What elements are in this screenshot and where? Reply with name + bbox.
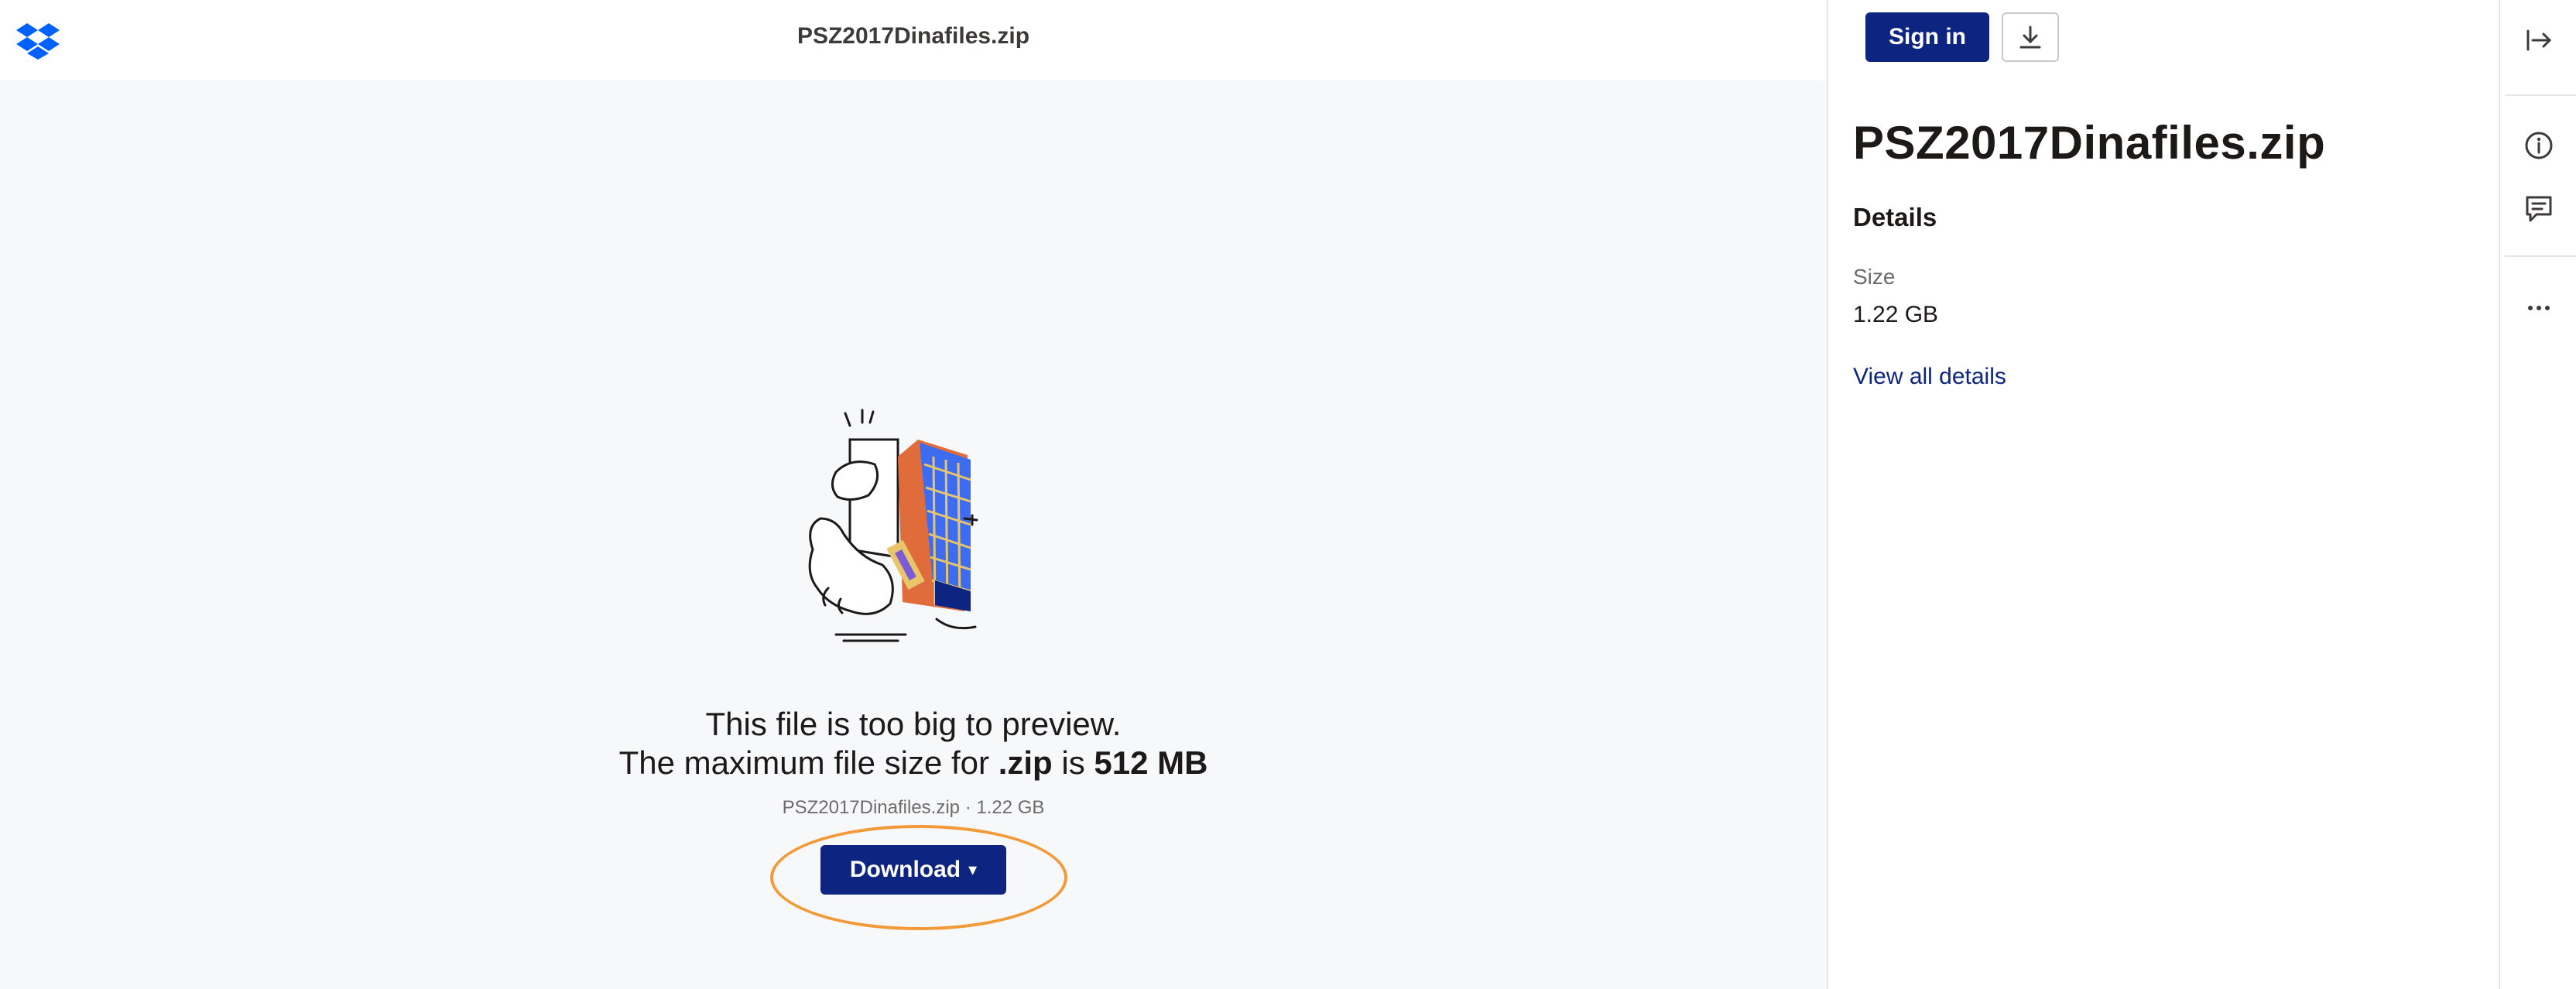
details-panel: Sign in PSZ2017Dinafiles.zip Details Siz…	[1827, 0, 2499, 989]
file-viewer: PSZ2017Dinafiles.zip This file is too bi…	[0, 0, 1827, 989]
chevron-down-icon: ▾	[968, 860, 978, 879]
too-big-illustration	[808, 409, 978, 642]
download-button-label: Download	[849, 857, 961, 882]
sign-in-button[interactable]: Sign in	[1865, 12, 1989, 62]
download-icon-button[interactable]	[2002, 12, 2059, 62]
info-icon[interactable]	[2522, 128, 2556, 163]
size-value: 1.22 GB	[1853, 302, 1939, 327]
max-size-mid: is	[1052, 744, 1094, 781]
details-heading: Details	[1853, 203, 1937, 231]
viewer-header: PSZ2017Dinafiles.zip	[0, 0, 1827, 80]
right-rail	[2499, 0, 2576, 989]
size-label: Size	[1853, 265, 1896, 289]
rail-divider	[2505, 94, 2576, 96]
download-icon	[2019, 26, 2041, 49]
file-extension: .zip	[998, 744, 1053, 781]
download-button[interactable]: Download ▾	[820, 845, 1006, 895]
panel-title: PSZ2017Dinafiles.zip	[1853, 117, 2326, 169]
view-all-details-link[interactable]: View all details	[1853, 364, 2006, 390]
max-size-message: The maximum file size for .zip is 512 MB	[0, 744, 1827, 782]
max-size-prefix: The maximum file size for	[618, 744, 999, 781]
file-meta: PSZ2017Dinafiles.zip · 1.22 GB	[782, 797, 1045, 818]
file-title: PSZ2017Dinafiles.zip	[796, 23, 1030, 49]
more-icon[interactable]	[2522, 291, 2556, 325]
collapse-panel-icon[interactable]	[2522, 23, 2556, 57]
too-big-message: This file is too big to preview.	[705, 706, 1122, 742]
max-size-limit: 512 MB	[1094, 744, 1208, 781]
rail-divider	[2505, 255, 2576, 257]
comment-icon[interactable]	[2522, 192, 2556, 226]
